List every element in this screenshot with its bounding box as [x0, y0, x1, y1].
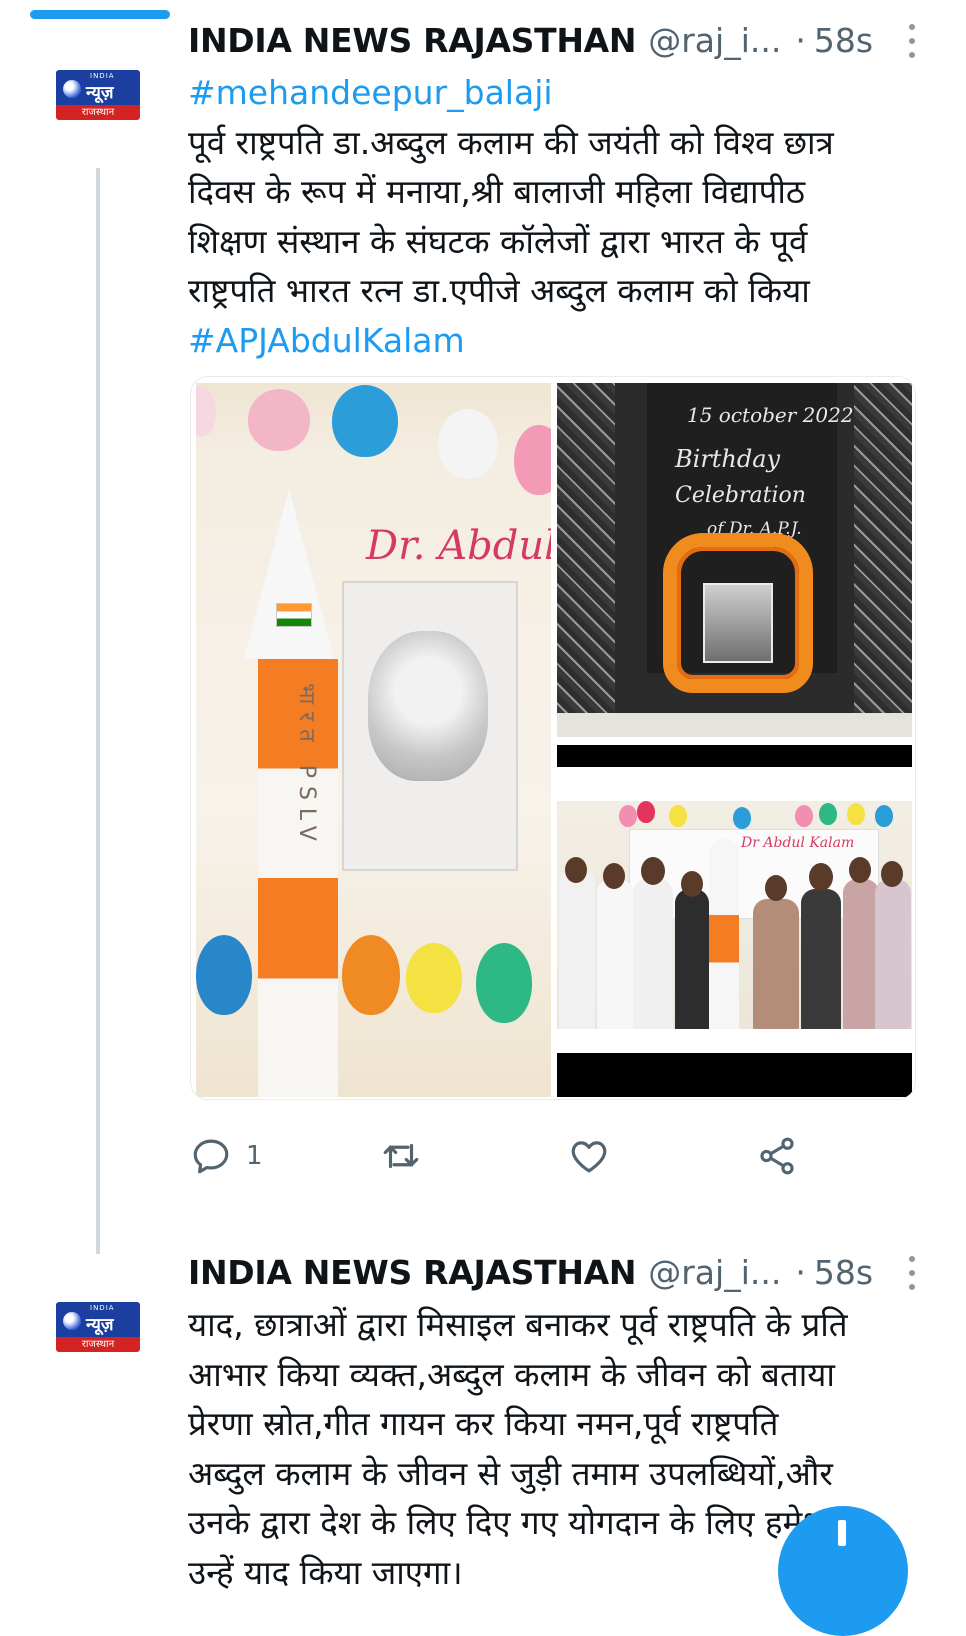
media-black-band	[557, 1053, 912, 1097]
more-icon[interactable]	[906, 24, 918, 58]
media-photo-rocket-poster[interactable]: Dr. Abdul K भारत PSLV	[196, 383, 551, 1097]
tweet-text-line: आभार किया व्यक्त,अब्दुल कलाम के जीवन को …	[188, 1354, 835, 1394]
students-banner-title: Dr Abdul Kalam	[741, 835, 855, 851]
more-icon[interactable]	[906, 1256, 918, 1290]
tweet-text-line: शिक्षण संस्थान के संघटक कॉलेजों द्वारा भ…	[188, 221, 808, 261]
tweet-text-line: दिवस के रूप में मनाया,श्री बालाजी महिला …	[188, 172, 806, 211]
media-grid: Dr. Abdul K भारत PSLV 15 october 2022 Bi…	[190, 376, 916, 1100]
author-name[interactable]: INDIA NEWS RAJASTHAN	[188, 1253, 637, 1292]
reply-count: 1	[246, 1141, 263, 1171]
rocket-nose	[244, 489, 334, 659]
tweet-header: INDIA NEWS RAJASTHAN @raj_i... · 58s	[188, 1252, 948, 1292]
timestamp[interactable]: 58s	[814, 21, 873, 60]
tweet-header: INDIA NEWS RAJASTHAN @raj_i... · 58s	[188, 20, 948, 60]
portrait-sketch	[342, 581, 518, 871]
india-flag	[276, 603, 312, 627]
share-button[interactable]	[756, 1134, 798, 1178]
globe-icon	[63, 1312, 81, 1330]
rocket-label: भारत PSLV	[294, 683, 319, 849]
avatar-brand-small: INDIA	[90, 1304, 115, 1312]
separator-dot: ·	[795, 1252, 806, 1292]
avatar-region: राजस्थान	[56, 1337, 140, 1352]
like-icon	[571, 1141, 607, 1173]
tweet-text-line: पूर्व राष्ट्रपति डा.अब्दुल कलाम की जयंती…	[188, 122, 834, 162]
share-icon	[760, 1137, 794, 1175]
chalk-line: Celebration	[675, 483, 806, 508]
avatar-brand-small: INDIA	[90, 72, 115, 80]
tweet-text-line: याद, छात्राओं द्वारा मिसाइल बनाकर पूर्व …	[188, 1305, 848, 1344]
poster-title: Dr. Abdul K	[366, 523, 551, 569]
hashtag-link[interactable]: #APJAbdulKalam	[188, 316, 928, 366]
plus-icon	[838, 1520, 846, 1546]
retweet-button[interactable]	[380, 1134, 422, 1178]
separator-dot: ·	[795, 20, 806, 60]
avatar[interactable]: INDIA न्यूज़ राजस्थान	[56, 70, 140, 122]
avatar-region: राजस्थान	[56, 105, 140, 120]
tab-indicator	[30, 10, 170, 19]
compose-button[interactable]	[778, 1506, 908, 1636]
author-name[interactable]: INDIA NEWS RAJASTHAN	[188, 21, 637, 60]
chalk-line: Birthday	[675, 445, 781, 473]
framed-portrait	[703, 583, 773, 663]
tweet-text: #mehandeepur_balaji पूर्व राष्ट्रपति डा.…	[188, 68, 928, 365]
tweet-text-line: अब्दुल कलाम के जीवन से जुड़ी तमाम उपलब्ध…	[188, 1453, 833, 1493]
author-handle[interactable]: @raj_i...	[648, 21, 781, 60]
author-handle[interactable]: @raj_i...	[648, 1253, 781, 1292]
reply-button[interactable]: 1	[190, 1134, 263, 1178]
tweet-text-line: राष्ट्रपति भारत रत्न डा.एपीजे अब्दुल कला…	[188, 271, 810, 310]
timestamp[interactable]: 58s	[814, 1253, 873, 1292]
avatar-logo: INDIA न्यूज़	[56, 70, 140, 105]
tweet-actions: 1	[190, 1134, 830, 1178]
thread-connector-line	[96, 168, 100, 1254]
media-photo-students[interactable]: Dr Abdul Kalam	[557, 801, 912, 1029]
chalk-date: 15 october 2022	[687, 403, 854, 427]
media-photo-chalkboard[interactable]: 15 october 2022 Birthday Celebration of …	[557, 383, 912, 737]
tweet-text-line: प्रेरणा स्रोत,गीत गायन कर किया नमन,पूर्व…	[188, 1404, 779, 1443]
avatar-brand-main: न्यूज़	[86, 1315, 114, 1335]
like-button[interactable]	[568, 1134, 610, 1178]
hashtag-link[interactable]: #mehandeepur_balaji	[188, 68, 928, 118]
avatar[interactable]: INDIA न्यूज़ राजस्थान	[56, 1302, 140, 1354]
retweet-icon	[383, 1143, 419, 1169]
reply-icon	[193, 1139, 229, 1174]
avatar-brand-main: न्यूज़	[86, 83, 114, 103]
avatar-logo: INDIA न्यूज़	[56, 1302, 140, 1337]
media-black-band	[557, 745, 912, 767]
globe-icon	[63, 80, 81, 98]
